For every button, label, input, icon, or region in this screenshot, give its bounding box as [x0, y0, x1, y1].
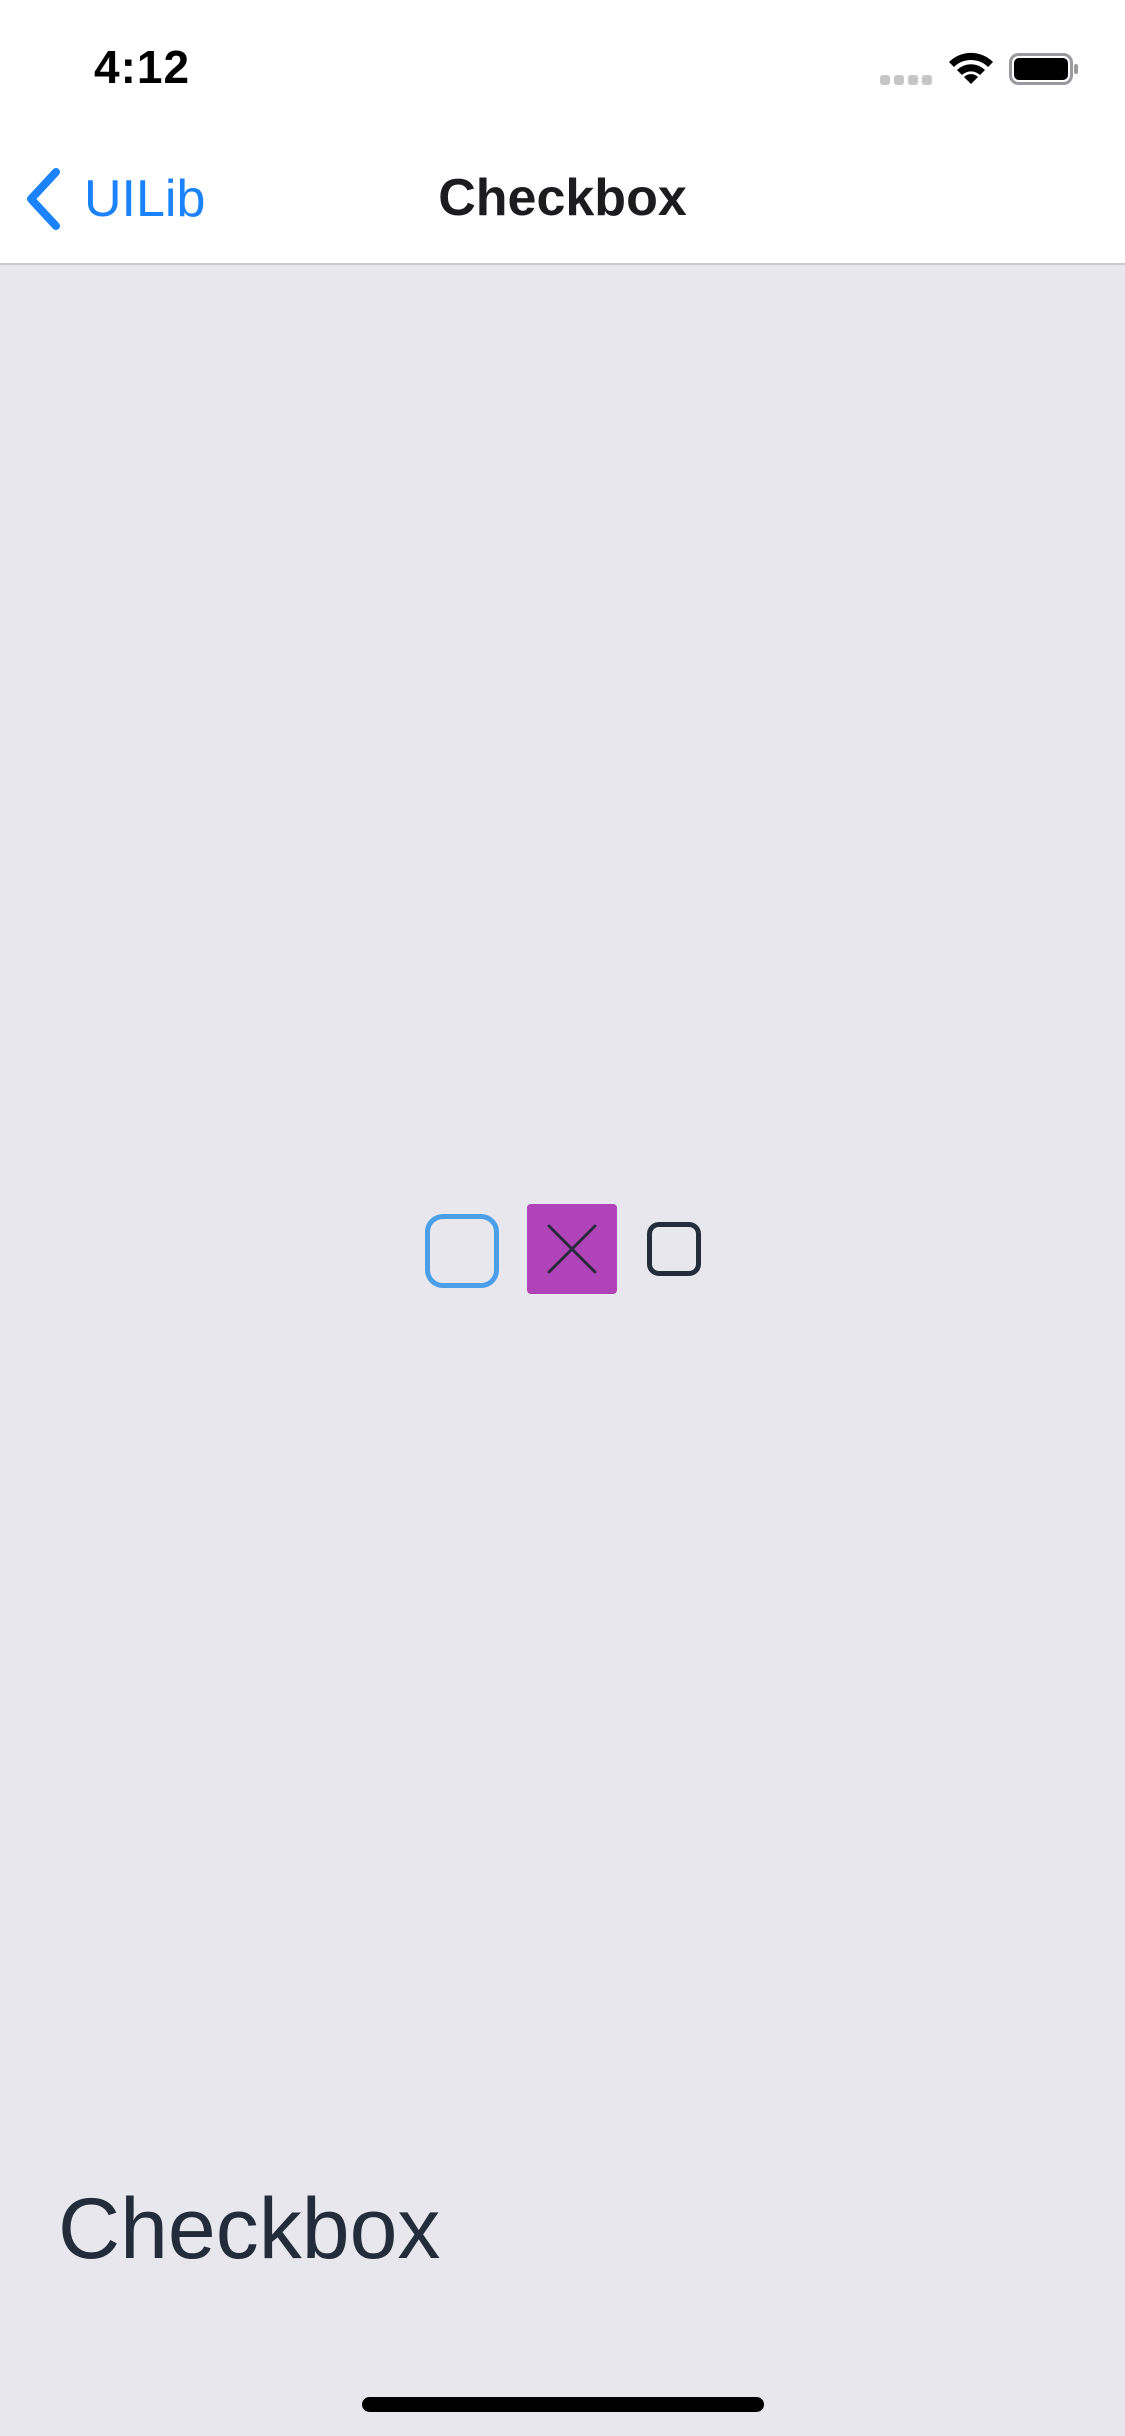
- screen-heading: Checkbox: [58, 2181, 441, 2277]
- home-indicator[interactable]: [362, 2397, 764, 2412]
- wifi-icon: [946, 50, 996, 86]
- status-time: 4:12: [94, 41, 191, 93]
- back-label: UILib: [84, 170, 206, 228]
- back-button[interactable]: UILib: [24, 164, 205, 234]
- close-x-icon: [547, 1224, 597, 1274]
- navigation-bar: Checkbox UILib: [0, 132, 1125, 265]
- checkbox-dark[interactable]: [647, 1222, 701, 1276]
- status-bar: 4:12: [0, 0, 1125, 132]
- checkbox-magenta[interactable]: [527, 1204, 617, 1294]
- battery-icon: [1009, 53, 1079, 85]
- checkbox-blue[interactable]: [425, 1214, 499, 1288]
- signal-icon: [880, 75, 934, 87]
- chevron-left-icon: [27, 168, 60, 230]
